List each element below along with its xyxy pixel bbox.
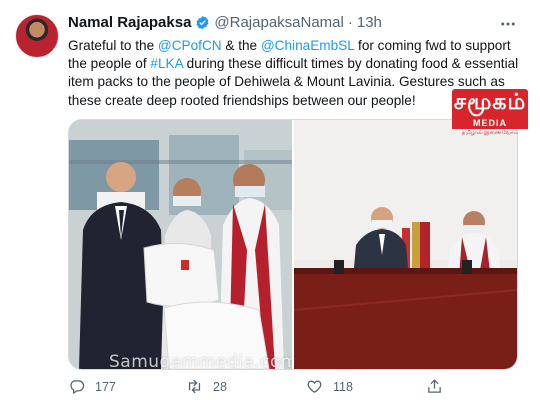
like-count: 118 (333, 379, 353, 394)
retweet-button[interactable]: 28 (186, 378, 227, 395)
photo-donation-handover[interactable]: Samugammedia.com (69, 120, 292, 369)
action-bar: 177 28 118 (68, 378, 518, 398)
reply-icon (70, 380, 85, 395)
tweet[interactable]: Namal Rajapaksa @RajapaksaNamal · 13h Gr… (0, 0, 540, 400)
more-icon[interactable] (498, 14, 518, 34)
watermark-text: Samugammedia.com (109, 352, 292, 369)
media-logo: சமூகம் MEDIA தமிழால் இணைவோம் (452, 89, 528, 147)
like-button[interactable]: 118 (306, 378, 353, 395)
mention-link[interactable]: @CPofCN (158, 38, 222, 53)
retweet-icon (188, 379, 201, 394)
reply-button[interactable]: 177 (68, 378, 116, 395)
logo-media-label: MEDIA (452, 117, 528, 129)
logo-tagline: தமிழால் இணைவோம் (461, 130, 519, 136)
hashtag-link[interactable]: #LKA (150, 56, 183, 71)
share-icon (428, 379, 441, 393)
separator-dot: · (347, 14, 353, 31)
tweet-text-segment: Grateful to the (68, 38, 158, 53)
author-name[interactable]: Namal Rajapaksa (68, 14, 191, 31)
retweet-count: 28 (213, 379, 227, 394)
logo-title: சமூகம் (452, 89, 528, 117)
tweet-text-segment: & the (221, 38, 261, 53)
media-grid: Samugammedia.com (68, 119, 518, 370)
tweet-header: Namal Rajapaksa @RajapaksaNamal · 13h (68, 14, 382, 31)
like-icon (307, 380, 322, 393)
share-button[interactable] (426, 378, 443, 395)
author-handle[interactable]: @RajapaksaNamal (214, 14, 343, 31)
avatar[interactable] (15, 14, 59, 58)
photo-left-illustration (69, 120, 292, 369)
mention-link[interactable]: @ChinaEmbSL (261, 38, 354, 53)
timestamp[interactable]: 13h (357, 14, 382, 31)
reply-count: 177 (95, 379, 116, 394)
photo-right-illustration (294, 120, 517, 369)
photo-meeting[interactable] (294, 120, 517, 369)
verified-badge-icon (196, 15, 209, 30)
